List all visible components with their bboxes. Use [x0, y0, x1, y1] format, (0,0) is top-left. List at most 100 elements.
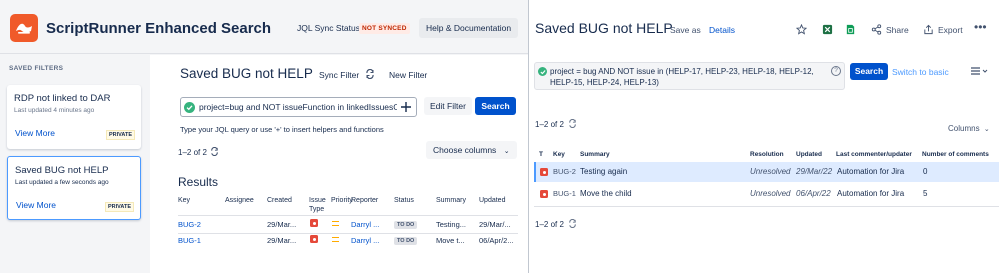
- table-row[interactable]: BUG-1 Move the child Unresolved 06/Apr/2…: [534, 184, 999, 204]
- results-heading: Results: [178, 175, 219, 189]
- status-badge: TO DO: [394, 237, 418, 245]
- share-icon[interactable]: [871, 24, 882, 35]
- filter-name: Saved BUG not HELP: [15, 165, 109, 176]
- details-link[interactable]: Details: [709, 25, 735, 35]
- valid-check-icon: [184, 102, 195, 113]
- google-sheets-icon[interactable]: [845, 24, 856, 35]
- created-cell: 29/Mar...: [267, 220, 297, 229]
- view-more-link[interactable]: View More: [16, 200, 56, 210]
- saved-filters-sidebar: SAVED FILTERS RDP not linked to DAR Last…: [0, 55, 148, 273]
- private-badge: PRIVATE: [105, 130, 135, 140]
- issue-key-link[interactable]: BUG-2: [178, 220, 201, 229]
- search-button[interactable]: Search: [475, 97, 516, 115]
- bug-icon: [310, 235, 318, 243]
- summary-cell: Move t...: [436, 236, 465, 245]
- column-header-resolution[interactable]: Resolution: [750, 151, 784, 158]
- result-count: 1–2 of 2: [178, 148, 207, 157]
- choose-columns-label: Choose columns: [433, 145, 497, 155]
- edit-filter-button[interactable]: Edit Filter: [424, 97, 472, 115]
- comment-count-cell: 0: [923, 167, 928, 176]
- valid-check-icon: [538, 67, 547, 76]
- column-header-priority[interactable]: Priority: [331, 196, 353, 205]
- reporter-link[interactable]: Darryl ...: [351, 220, 389, 229]
- priority-medium-icon: [332, 221, 339, 226]
- column-header-key[interactable]: Key: [178, 196, 190, 205]
- more-options-icon[interactable]: •••: [974, 20, 987, 34]
- jql-query-text: project=bug and NOT issueFunction in lin…: [199, 102, 397, 112]
- search-main-panel: Saved BUG not HELP Sync Filter New Filte…: [150, 55, 528, 273]
- chevron-down-icon: ⌄: [983, 126, 990, 133]
- saved-filter-card[interactable]: RDP not linked to DAR Last updated 4 min…: [7, 85, 141, 149]
- new-filter-button[interactable]: New Filter: [383, 66, 433, 84]
- scriptrunner-app: ScriptRunner Enhanced Search JQL Sync St…: [0, 0, 528, 273]
- share-button[interactable]: Share: [886, 25, 909, 35]
- private-badge: PRIVATE: [104, 202, 134, 212]
- choose-columns-button[interactable]: Choose columns ⌄: [426, 141, 517, 159]
- summary-cell: Testing...: [436, 220, 467, 229]
- help-icon[interactable]: ?: [831, 66, 841, 76]
- issue-key-link[interactable]: BUG-1: [178, 236, 201, 245]
- column-header-updated[interactable]: Updated: [796, 151, 822, 158]
- jira-issue-navigator: Saved BUG not HELP Save as Details Share…: [529, 0, 999, 273]
- summary-link[interactable]: Move the child: [580, 189, 632, 198]
- comment-count-cell: 5: [923, 189, 928, 198]
- issue-key-link[interactable]: BUG-2: [553, 167, 576, 176]
- updated-cell: 06/Apr/2...: [479, 236, 514, 245]
- switch-to-basic-link[interactable]: Switch to basic: [892, 67, 949, 77]
- view-more-link[interactable]: View More: [15, 128, 55, 138]
- column-header-updated[interactable]: Updated: [479, 196, 505, 205]
- filter-name: RDP not linked to DAR: [14, 93, 111, 104]
- sync-filter-button[interactable]: Sync Filter: [313, 66, 381, 84]
- refresh-icon[interactable]: [568, 119, 577, 128]
- column-header-number-of-comments[interactable]: Number of comments: [922, 151, 989, 158]
- column-header-issue-type[interactable]: Issue Type: [309, 196, 329, 214]
- issue-key-link[interactable]: BUG-1: [553, 189, 576, 198]
- column-header-last-commenter[interactable]: Last commenter/updater: [836, 151, 912, 158]
- bug-icon: [540, 168, 548, 176]
- jql-query-text: project = bug AND NOT issue in (HELP-17,…: [550, 67, 814, 87]
- save-as-button[interactable]: Save as: [670, 25, 701, 35]
- column-header-created[interactable]: Created: [267, 196, 292, 205]
- last-commenter-cell: Automation for Jira: [837, 189, 905, 198]
- table-row[interactable]: BUG-2 Testing again Unresolved 29/Mar/22…: [534, 162, 999, 182]
- created-cell: 29/Mar...: [267, 236, 297, 245]
- bug-icon: [310, 219, 318, 227]
- sync-icon: [365, 68, 374, 80]
- column-header-summary[interactable]: Summary: [436, 196, 466, 205]
- column-header-status[interactable]: Status: [394, 196, 414, 205]
- plus-icon[interactable]: [399, 100, 413, 114]
- filter-title: Saved BUG not HELP: [535, 20, 673, 36]
- column-header-assignee[interactable]: Assignee: [225, 196, 254, 205]
- star-icon[interactable]: [796, 24, 807, 35]
- list-view-icon[interactable]: [970, 66, 988, 76]
- saved-filter-card-selected[interactable]: Saved BUG not HELP Last updated a few se…: [7, 156, 141, 220]
- column-header-reporter[interactable]: Reporter: [351, 196, 378, 205]
- last-commenter-cell: Automation for Jira: [837, 167, 905, 176]
- scriptrunner-logo-icon: [10, 14, 38, 42]
- column-header-type[interactable]: T: [539, 151, 543, 158]
- result-count-bottom: 1–2 of 2: [535, 220, 564, 229]
- jql-hint-text: Type your JQL query or use '+' to insert…: [180, 125, 384, 134]
- app-title: ScriptRunner Enhanced Search: [46, 20, 272, 37]
- refresh-icon[interactable]: [210, 147, 219, 156]
- resolution-cell: Unresolved: [750, 167, 791, 176]
- summary-link[interactable]: Testing again: [580, 167, 627, 176]
- excel-icon[interactable]: [822, 24, 833, 35]
- chevron-down-icon: ⌄: [503, 148, 510, 155]
- export-button[interactable]: Export: [938, 25, 963, 35]
- filter-updated: Last updated 4 minutes ago: [14, 107, 95, 114]
- search-button[interactable]: Search: [850, 63, 888, 80]
- jql-advanced-input[interactable]: project = bug AND NOT issue in (HELP-17,…: [534, 62, 845, 90]
- refresh-icon[interactable]: [568, 219, 577, 228]
- bug-icon: [540, 190, 548, 198]
- export-icon[interactable]: [923, 24, 934, 35]
- jql-input[interactable]: project=bug and NOT issueFunction in lin…: [180, 97, 417, 117]
- columns-button[interactable]: Columns ⌄: [948, 124, 990, 133]
- saved-filters-title: SAVED FILTERS: [9, 65, 64, 72]
- column-header-key[interactable]: Key: [553, 151, 565, 158]
- column-header-summary[interactable]: Summary: [580, 151, 610, 158]
- help-documentation-button[interactable]: Help & Documentation: [419, 18, 519, 38]
- sync-filter-label: Sync Filter: [319, 70, 360, 80]
- reporter-link[interactable]: Darryl ...: [351, 236, 389, 245]
- page-title: Saved BUG not HELP: [180, 66, 313, 81]
